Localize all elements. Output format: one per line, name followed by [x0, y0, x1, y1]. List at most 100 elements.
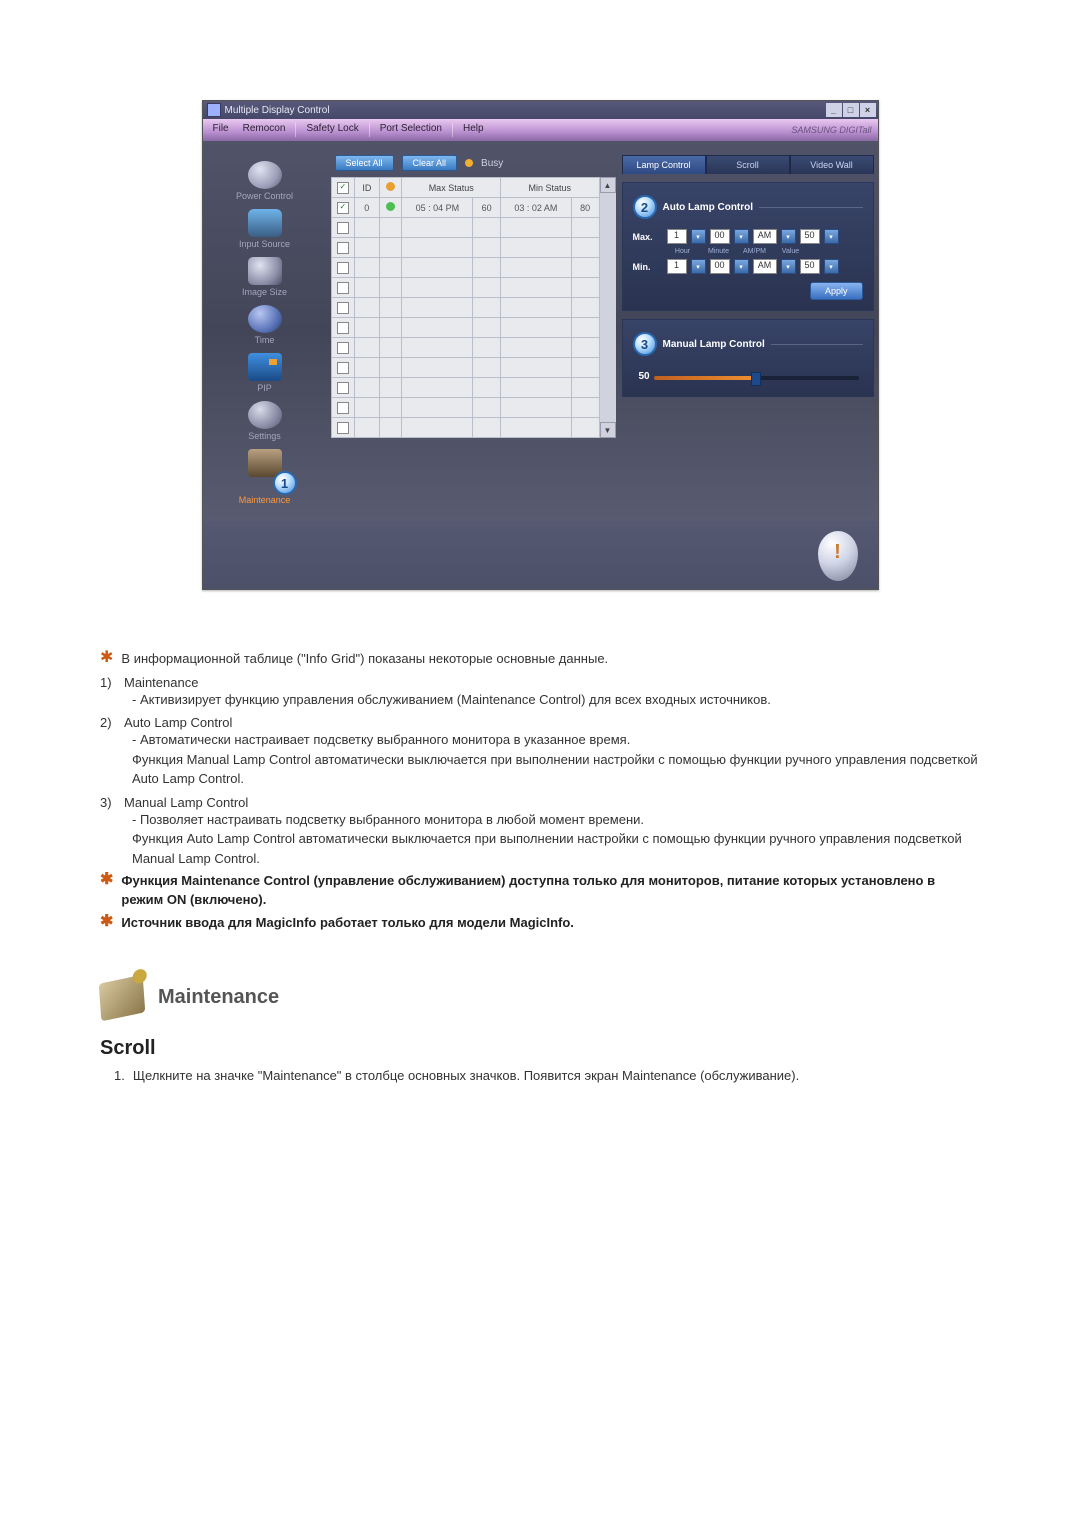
clear-all-button[interactable]: Clear All: [402, 155, 458, 171]
info-balloon-icon: [818, 531, 858, 581]
item1-desc: - Активизирует функцию управления обслуж…: [132, 690, 980, 710]
sidebar-item-settings[interactable]: Settings: [205, 399, 325, 447]
info-grid: ID Max Status Min Status 0 05 : 04 PM 6: [331, 177, 600, 438]
item3-desc1: - Позволяет настраивать подсветку выбран…: [132, 810, 980, 830]
min-minute-input[interactable]: 00: [710, 259, 730, 274]
tab-lamp-control[interactable]: Lamp Control: [622, 155, 706, 174]
item2-desc1: - Автоматически настраивает подсветку вы…: [132, 730, 980, 750]
table-row: [331, 398, 599, 418]
callout-1: 1: [273, 471, 297, 495]
table-row: [331, 378, 599, 398]
item1-title: Maintenance: [124, 675, 198, 690]
sidebar-item-pip[interactable]: PIP: [205, 351, 325, 399]
asterisk-icon: ✱: [100, 650, 113, 669]
menu-file[interactable]: File: [213, 123, 229, 137]
auto-lamp-panel: 2 Auto Lamp Control Max. 1 ▾ 00 ▾ AM ▾ 50 ▾: [622, 182, 874, 311]
brand-label: SAMSUNG DIGITall: [791, 125, 871, 135]
col-min: Min Status: [500, 178, 599, 198]
manual-lamp-panel: 3 Manual Lamp Control 50: [622, 319, 874, 397]
max-value-input[interactable]: 50: [800, 229, 820, 244]
sidebar-item-input[interactable]: Input Source: [205, 207, 325, 255]
info-grid-note: В информационной таблице ("Info Grid") п…: [121, 650, 608, 669]
min-value-input[interactable]: 50: [800, 259, 820, 274]
tab-video-wall[interactable]: Video Wall: [790, 155, 874, 174]
callout-2: 2: [633, 195, 657, 219]
lamp-slider[interactable]: [654, 376, 859, 380]
scroll-up-button[interactable]: ▲: [600, 177, 616, 193]
chevron-down-icon[interactable]: ▾: [824, 259, 839, 274]
sidebar-item-power[interactable]: Power Control: [205, 159, 325, 207]
item2-desc2: Функция Manual Lamp Control автоматическ…: [132, 750, 980, 789]
row-checkbox[interactable]: [337, 202, 349, 214]
settings-icon: [248, 401, 282, 429]
tab-scroll[interactable]: Scroll: [706, 155, 790, 174]
sidebar-item-image-size[interactable]: Image Size: [205, 255, 325, 303]
max-label: Max.: [633, 232, 663, 242]
busy-label: Busy: [481, 158, 503, 169]
input-source-icon: [248, 209, 282, 237]
note1: Функция Maintenance Control (управление …: [121, 872, 980, 910]
note2: Источник ввода для MagicInfo работает то…: [121, 914, 574, 933]
asterisk-icon: ✱: [100, 914, 113, 933]
titlebar: Multiple Display Control _ □ ×: [203, 101, 878, 119]
maximize-button[interactable]: □: [843, 103, 859, 117]
apply-button[interactable]: Apply: [810, 282, 863, 300]
chevron-down-icon[interactable]: ▾: [691, 229, 706, 244]
auto-lamp-title: Auto Lamp Control: [663, 202, 754, 213]
table-row: [331, 338, 599, 358]
item2-title: Auto Lamp Control: [124, 715, 232, 730]
chevron-down-icon[interactable]: ▾: [781, 229, 796, 244]
time-icon: [248, 305, 282, 333]
table-row: [331, 278, 599, 298]
min-ampm-input[interactable]: AM: [753, 259, 777, 274]
table-row: [331, 318, 599, 338]
item3-desc2: Функция Auto Lamp Control автоматически …: [132, 829, 980, 868]
scroll-heading: Scroll: [100, 1037, 980, 1060]
menu-port-selection[interactable]: Port Selection: [380, 123, 442, 137]
table-row: [331, 298, 599, 318]
table-row[interactable]: 0 05 : 04 PM 60 03 : 02 AM 80: [331, 198, 599, 218]
power-icon: [248, 161, 282, 189]
menu-safety-lock[interactable]: Safety Lock: [306, 123, 358, 137]
chevron-down-icon[interactable]: ▾: [824, 229, 839, 244]
status-icon: [386, 202, 395, 211]
table-row: [331, 218, 599, 238]
col-max: Max Status: [402, 178, 501, 198]
menu-help[interactable]: Help: [463, 123, 484, 137]
close-button[interactable]: ×: [860, 103, 876, 117]
slider-value: 50: [639, 371, 650, 382]
max-hour-input[interactable]: 1: [667, 229, 687, 244]
chevron-down-icon[interactable]: ▾: [734, 259, 749, 274]
pip-icon: [248, 353, 282, 381]
maintenance-section-icon: [99, 974, 146, 1021]
max-minute-input[interactable]: 00: [710, 229, 730, 244]
chevron-down-icon[interactable]: ▾: [734, 229, 749, 244]
chevron-down-icon[interactable]: ▾: [691, 259, 706, 274]
maintenance-heading: Maintenance: [158, 986, 279, 1009]
app-window: Multiple Display Control _ □ × File Remo…: [202, 100, 879, 590]
select-all-button[interactable]: Select All: [335, 155, 394, 171]
chevron-down-icon[interactable]: ▾: [781, 259, 796, 274]
status-header-icon: [386, 182, 395, 191]
sidebar-item-time[interactable]: Time: [205, 303, 325, 351]
app-icon: [207, 103, 221, 117]
min-hour-input[interactable]: 1: [667, 259, 687, 274]
table-row: [331, 418, 599, 438]
menu-remocon[interactable]: Remocon: [243, 123, 286, 137]
scroll-down-button[interactable]: ▼: [600, 422, 616, 438]
sidebar: Power Control Input Source Image Size Ti…: [203, 141, 327, 521]
item3-title: Manual Lamp Control: [124, 795, 248, 810]
table-row: [331, 238, 599, 258]
table-row: [331, 358, 599, 378]
app-title: Multiple Display Control: [225, 105, 330, 116]
asterisk-icon: ✱: [100, 872, 113, 910]
min-label: Min.: [633, 262, 663, 272]
busy-indicator-icon: [465, 159, 473, 167]
max-ampm-input[interactable]: AM: [753, 229, 777, 244]
header-checkbox[interactable]: [337, 182, 349, 194]
col-id: ID: [355, 178, 379, 198]
sidebar-item-maintenance[interactable]: 1 Maintenance: [205, 447, 325, 511]
minimize-button[interactable]: _: [826, 103, 842, 117]
menubar: File Remocon Safety Lock Port Selection …: [203, 119, 878, 141]
callout-3: 3: [633, 332, 657, 356]
